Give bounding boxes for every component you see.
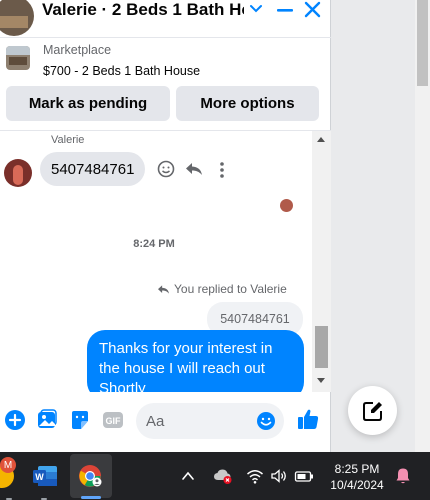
gif-icon[interactable]: GIF xyxy=(102,409,124,431)
show-hidden-icons-chevron-icon[interactable] xyxy=(181,467,195,485)
listing-source: Marketplace xyxy=(43,43,112,57)
reply-icon[interactable] xyxy=(185,161,203,177)
incoming-message[interactable]: 5407484761 xyxy=(40,152,146,186)
close-icon[interactable] xyxy=(302,0,322,20)
notification-badge: M xyxy=(0,457,16,473)
message-scrollbar[interactable] xyxy=(312,131,331,392)
page-scrollbar-thumb[interactable] xyxy=(417,0,428,86)
scroll-up-arrow-icon[interactable] xyxy=(317,137,325,142)
word-icon[interactable]: W xyxy=(32,464,58,488)
scrollbar-thumb[interactable] xyxy=(315,326,328,368)
new-message-button[interactable] xyxy=(348,386,397,435)
compose-icon xyxy=(362,401,382,421)
like-icon[interactable] xyxy=(296,407,320,431)
outgoing-message[interactable]: Thanks for your interest in the house I … xyxy=(87,330,304,392)
clock-time: 8:25 PM xyxy=(334,462,380,476)
cloud-error-icon[interactable] xyxy=(213,467,233,485)
page-scrollbar[interactable] xyxy=(415,0,430,452)
mark-as-pending-button[interactable]: Mark as pending xyxy=(6,86,170,121)
message-composer: GIF xyxy=(0,395,331,447)
listing-thumbnail xyxy=(6,46,30,70)
replied-label: You replied to Valerie xyxy=(174,282,287,296)
sender-avatar[interactable] xyxy=(4,159,32,187)
reply-indicator: You replied to Valerie xyxy=(157,281,287,297)
more-vertical-icon[interactable] xyxy=(217,161,227,179)
react-emoji-icon[interactable] xyxy=(157,160,175,178)
wifi-icon[interactable] xyxy=(246,467,264,485)
chat-window: Valerie · 2 Beds 1 Bath Hou… Marketplace… xyxy=(0,0,331,452)
contact-avatar[interactable] xyxy=(0,0,34,36)
svg-text:GIF: GIF xyxy=(106,416,122,426)
chevron-down-icon[interactable] xyxy=(248,2,264,16)
active-app-indicator xyxy=(81,496,101,499)
scroll-down-arrow-icon[interactable] xyxy=(317,378,325,383)
sticker-icon[interactable] xyxy=(69,409,91,431)
sender-name: Valerie xyxy=(51,134,85,146)
chat-title[interactable]: Valerie · 2 Beds 1 Bath Hou… xyxy=(42,0,244,20)
system-clock[interactable]: 8:25 PM 10/4/2024 xyxy=(322,461,392,493)
chrome-icon xyxy=(79,465,102,487)
message-timestamp: 8:24 PM xyxy=(133,238,175,250)
photo-icon[interactable] xyxy=(36,409,58,431)
seen-avatar xyxy=(280,199,293,212)
emoji-icon[interactable] xyxy=(256,411,276,431)
clock-date: 10/4/2024 xyxy=(330,478,384,492)
reply-icon xyxy=(158,284,169,294)
volume-icon[interactable] xyxy=(270,467,288,485)
plus-icon[interactable] xyxy=(4,409,26,431)
more-options-button[interactable]: More options xyxy=(176,86,319,121)
message-list: Valerie 5407484761 8:24 PM You replied t… xyxy=(0,131,312,392)
listing-title: $700 - 2 Beds 1 Bath House xyxy=(43,64,201,78)
chat-header: Valerie · 2 Beds 1 Bath Hou… xyxy=(0,0,331,38)
minimize-icon[interactable] xyxy=(276,2,294,18)
battery-icon[interactable] xyxy=(294,467,314,485)
chrome-taskbar-button[interactable] xyxy=(70,454,112,499)
listing-summary[interactable]: Marketplace $700 - 2 Beds 1 Bath House xyxy=(0,38,331,84)
taskbar: M W 8:25 PM 10/4/2024 xyxy=(0,452,430,500)
notification-bell-icon[interactable] xyxy=(395,467,411,485)
svg-text:W: W xyxy=(35,472,44,482)
